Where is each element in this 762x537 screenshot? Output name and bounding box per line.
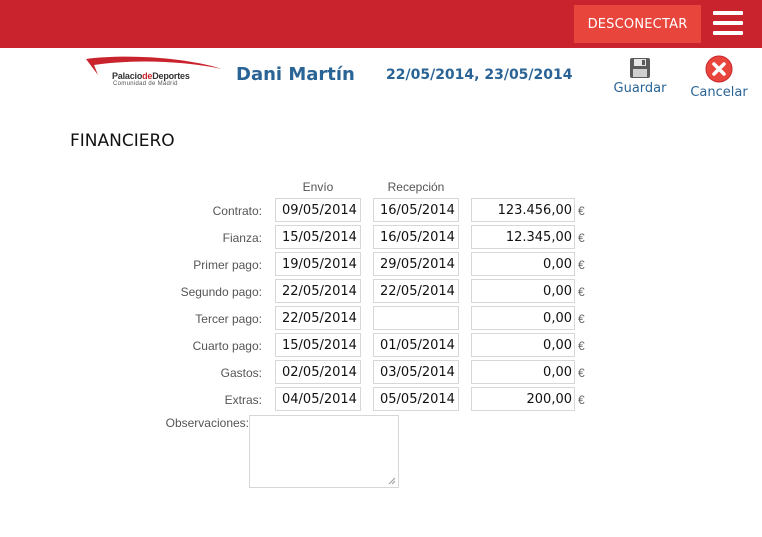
recepcion-date-input[interactable]: 03/05/2014: [373, 360, 459, 384]
top-bar: DESCONECTAR: [0, 0, 762, 48]
currency-symbol: €: [578, 393, 585, 407]
observaciones-label: Observaciones:: [165, 416, 249, 430]
recepcion-date-input[interactable]: 16/05/2014: [373, 198, 459, 222]
recepcion-date-input[interactable]: 22/05/2014: [373, 279, 459, 303]
envio-date-input[interactable]: 09/05/2014: [275, 198, 361, 222]
resize-grip-icon[interactable]: [388, 477, 396, 485]
row-label: Extras:: [224, 393, 262, 407]
floppy-disk-icon: [630, 58, 650, 78]
palacio-deportes-logo: PalaciodeDeportes Comunidad de Madrid: [84, 55, 224, 91]
column-header-envio: Envío: [302, 180, 334, 194]
save-label: Guardar: [613, 81, 667, 96]
logout-button[interactable]: DESCONECTAR: [574, 5, 701, 43]
close-circle-icon: [705, 55, 733, 83]
logo-name-part2: de: [142, 71, 153, 81]
envio-date-input[interactable]: 19/05/2014: [275, 252, 361, 276]
recepcion-date-input[interactable]: 16/05/2014: [373, 225, 459, 249]
user-name: Dani Martín: [236, 64, 355, 85]
recepcion-date-input[interactable]: 01/05/2014: [373, 333, 459, 357]
amount-input[interactable]: 200,00: [471, 387, 575, 411]
logo-name-part3: Deportes: [152, 71, 190, 81]
row-label: Contrato:: [212, 204, 262, 218]
currency-symbol: €: [578, 258, 585, 272]
currency-symbol: €: [578, 366, 585, 380]
amount-input[interactable]: 0,00: [471, 252, 575, 276]
row-label: Segundo pago:: [180, 285, 262, 299]
logo-name-part1: Palacio: [112, 71, 143, 81]
amount-input[interactable]: 123.456,00: [471, 198, 575, 222]
currency-symbol: €: [578, 339, 585, 353]
row-label: Gastos:: [220, 366, 262, 380]
observaciones-textarea[interactable]: [249, 415, 399, 488]
amount-input[interactable]: 12.345,00: [471, 225, 575, 249]
cancel-button[interactable]: Cancelar: [690, 55, 748, 100]
recepcion-date-input[interactable]: 05/05/2014: [373, 387, 459, 411]
row-label: Fianza:: [222, 231, 262, 245]
row-label: Primer pago:: [193, 258, 262, 272]
envio-date-input[interactable]: 04/05/2014: [275, 387, 361, 411]
row-label: Tercer pago:: [195, 312, 262, 326]
column-header-recepcion: Recepción: [387, 180, 445, 194]
currency-symbol: €: [578, 285, 585, 299]
cancel-label: Cancelar: [690, 85, 748, 100]
amount-input[interactable]: 0,00: [471, 333, 575, 357]
amount-input[interactable]: 0,00: [471, 360, 575, 384]
section-title: FINANCIERO: [70, 131, 175, 151]
envio-date-input[interactable]: 15/05/2014: [275, 225, 361, 249]
currency-symbol: €: [578, 312, 585, 326]
recepcion-date-input[interactable]: [373, 306, 459, 330]
currency-symbol: €: [578, 204, 585, 218]
logo-subtitle: Comunidad de Madrid: [113, 81, 178, 87]
amount-input[interactable]: 0,00: [471, 306, 575, 330]
row-label: Cuarto pago:: [192, 339, 262, 353]
event-dates: 22/05/2014, 23/05/2014: [386, 67, 573, 83]
envio-date-input[interactable]: 15/05/2014: [275, 333, 361, 357]
amount-input[interactable]: 0,00: [471, 279, 575, 303]
currency-symbol: €: [578, 231, 585, 245]
save-button[interactable]: Guardar: [612, 57, 668, 96]
logo-wordmark: PalaciodeDeportes: [112, 71, 190, 81]
envio-date-input[interactable]: 02/05/2014: [275, 360, 361, 384]
envio-date-input[interactable]: 22/05/2014: [275, 279, 361, 303]
hamburger-menu-icon[interactable]: [713, 11, 743, 37]
recepcion-date-input[interactable]: 29/05/2014: [373, 252, 459, 276]
envio-date-input[interactable]: 22/05/2014: [275, 306, 361, 330]
